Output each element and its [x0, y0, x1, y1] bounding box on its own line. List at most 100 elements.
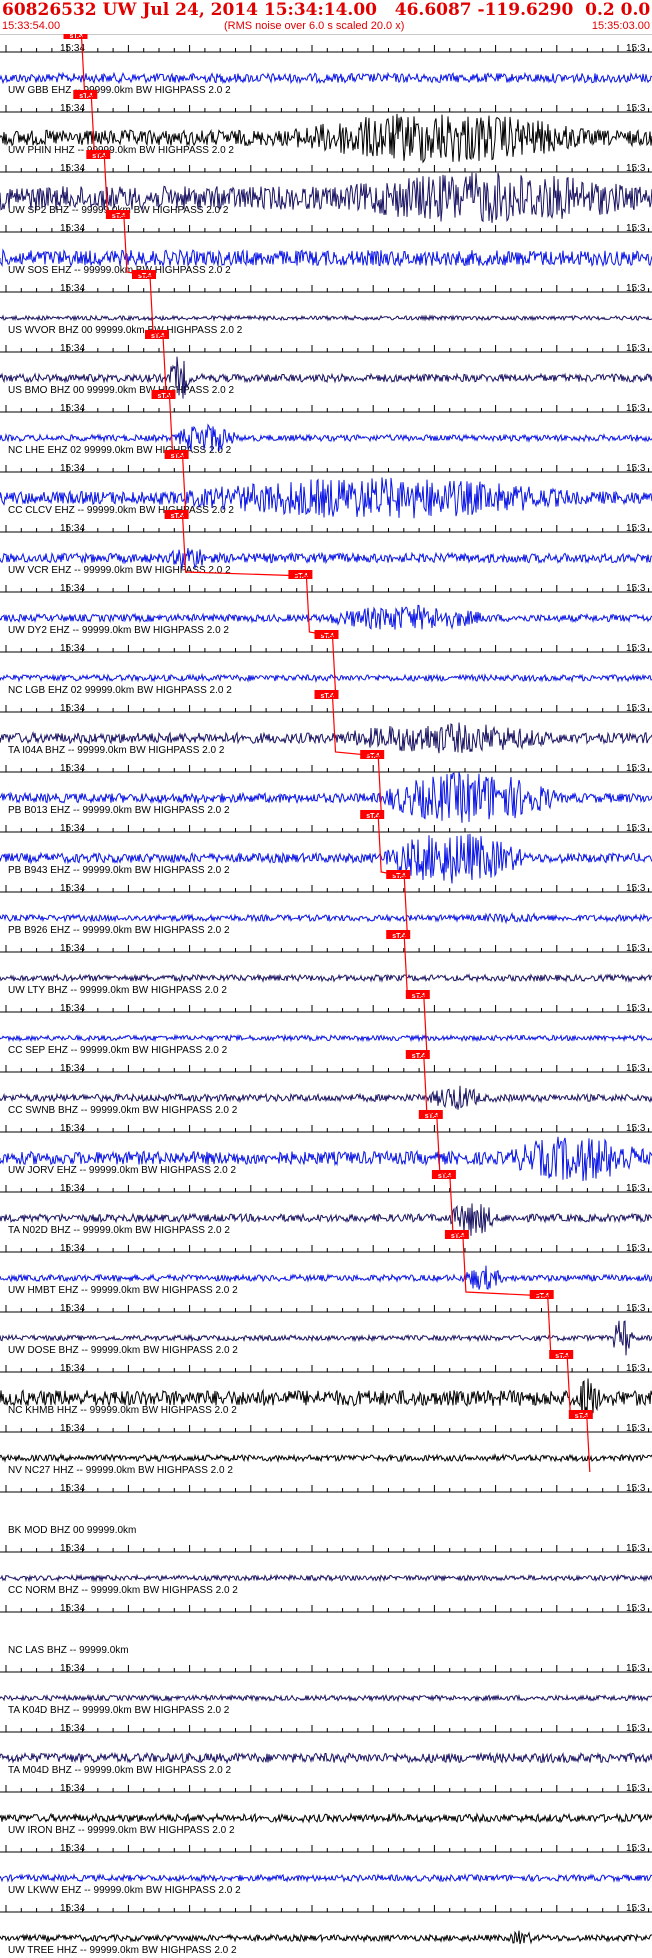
- time-tick-label-right: 15:3: [626, 403, 646, 414]
- time-tick-label-right: 15:3: [626, 583, 646, 594]
- waveform-trace: [0, 314, 652, 322]
- time-tick-label-right: 15:3: [626, 1543, 646, 1554]
- time-tick-label-right: 15:3: [626, 223, 646, 234]
- waveform-trace: [0, 973, 652, 984]
- trace-label: NC LAS BHZ -- 99999.0km: [8, 1645, 129, 1656]
- time-tick-label: 15:34: [60, 403, 85, 414]
- time-tick-label: 15:34: [60, 1483, 85, 1494]
- time-tick-label-right: 15:3: [626, 883, 646, 894]
- pick-label: sT.4: [79, 93, 92, 100]
- time-tick-label: 15:34: [60, 463, 85, 474]
- trace-label: UW LKWW EHZ -- 99999.0km BW HIGHPASS 2.0…: [8, 1885, 241, 1896]
- time-tick-label: 15:34: [60, 1903, 85, 1914]
- trace-label: NV NC27 HHZ -- 99999.0km BW HIGHPASS 2.0…: [8, 1465, 233, 1476]
- time-tick-label: 15:34: [60, 523, 85, 534]
- time-tick-label: 15:34: [60, 1183, 85, 1194]
- time-tick-label: 15:34: [60, 1603, 85, 1614]
- pick-label: sT.4: [70, 34, 83, 40]
- end-time-label: 15:35:03.00: [591, 20, 650, 32]
- time-tick-label: 15:34: [60, 1123, 85, 1134]
- time-tick-label-right: 15:3: [626, 283, 646, 294]
- pick-label: sT.4: [321, 693, 334, 700]
- time-tick-label-right: 15:3: [626, 343, 646, 354]
- time-tick-label: 15:34: [60, 883, 85, 894]
- trace-label: UW GBB EHZ -- 99999.0km BW HIGHPASS 2.0 …: [8, 85, 231, 96]
- plot-header: 60826532 UW Jul 24, 2014 15:34:14.00 46.…: [0, 0, 652, 35]
- waveform-trace: [0, 1573, 652, 1583]
- time-tick-label-right: 15:3: [626, 103, 646, 114]
- time-tick-label-right: 15:3: [626, 1243, 646, 1254]
- pick-label: sT.4: [412, 1053, 425, 1060]
- trace-label: UW DOSE BHZ -- 99999.0km BW HIGHPASS 2.0…: [8, 1345, 238, 1356]
- time-tick-label: 15:34: [60, 1303, 85, 1314]
- trace-label: UW SOS EHZ -- 99999.0km BW HIGHPASS 2.0 …: [8, 265, 231, 276]
- time-tick-label-right: 15:3: [626, 1663, 646, 1674]
- time-tick-label: 15:34: [60, 1003, 85, 1014]
- time-tick-label: 15:34: [60, 343, 85, 354]
- time-tick-label-right: 15:3: [626, 163, 646, 174]
- trace-label: TA N02D BHZ -- 99999.0km BW HIGHPASS 2.0…: [8, 1225, 230, 1236]
- trace-label: UW TREE HHZ -- 99999.0km BW HIGHPASS 2.0…: [8, 1945, 237, 1956]
- time-tick-label-right: 15:3: [626, 643, 646, 654]
- trace-label: UW VCR EHZ -- 99999.0km BW HIGHPASS 2.0 …: [8, 565, 231, 576]
- time-tick-label-right: 15:3: [626, 703, 646, 714]
- trace-label: TA I04A BHZ -- 99999.0km BW HIGHPASS 2.0…: [8, 745, 225, 756]
- waveform-trace: [0, 1873, 652, 1883]
- seismogram-plot: 15:34 15:3 UW GBB EHZ -- 99999.0km BW HIGH…: [0, 34, 652, 1956]
- time-tick-label: 15:34: [60, 163, 85, 174]
- trace-label: CC SEP EHZ -- 99999.0km BW HIGHPASS 2.0 …: [8, 1045, 228, 1056]
- trace-label: UW IRON BHZ -- 99999.0km BW HIGHPASS 2.0…: [8, 1825, 235, 1836]
- trace-label: US WVOR BHZ 00 99999.0km BW HIGHPASS 2.0…: [8, 325, 243, 336]
- trace-label: TA M04D BHZ -- 99999.0km BW HIGHPASS 2.0…: [8, 1765, 231, 1776]
- trace-label: PB B943 EHZ -- 99999.0km BW HIGHPASS 2.0…: [8, 865, 230, 876]
- pick-label: sT.4: [392, 933, 405, 940]
- trace-label: TA K04D BHZ -- 99999.0km BW HIGHPASS 2.0…: [8, 1705, 230, 1716]
- time-tick-label: 15:34: [60, 1843, 85, 1854]
- pick-label: sT.4: [171, 513, 184, 520]
- trace-label: NC LHE EHZ 02 99999.0km BW HIGHPASS 2.0 …: [8, 445, 232, 456]
- time-tick-label-right: 15:3: [626, 1723, 646, 1734]
- event-title: 60826532 UW Jul 24, 2014 15:34:14.00 46.…: [2, 0, 650, 20]
- pick-label: sT.4: [158, 393, 171, 400]
- trace-label: PB B013 EHZ -- 99999.0km BW HIGHPASS 2.0…: [8, 805, 230, 816]
- waveform-trace: [0, 1453, 652, 1463]
- time-tick-label-right: 15:3: [626, 943, 646, 954]
- time-tick-label: 15:34: [60, 763, 85, 774]
- waveform-trace: [0, 71, 652, 85]
- time-tick-label-right: 15:3: [626, 1483, 646, 1494]
- waveform-trace: [0, 1693, 652, 1703]
- trace-label: CC SWNB BHZ -- 99999.0km BW HIGHPASS 2.0…: [8, 1105, 238, 1116]
- time-tick-label: 15:34: [60, 283, 85, 294]
- time-tick-label-right: 15:3: [626, 1903, 646, 1914]
- trace-label: NC KHMB HHZ -- 99999.0km BW HIGHPASS 2.0…: [8, 1405, 237, 1416]
- trace-label: UW HMBT EHZ -- 99999.0km BW HIGHPASS 2.0…: [8, 1285, 238, 1296]
- waveform-trace: [0, 1812, 652, 1824]
- time-tick-label: 15:34: [60, 1423, 85, 1434]
- time-tick-label: 15:34: [60, 823, 85, 834]
- trace-label: PB B926 EHZ -- 99999.0km BW HIGHPASS 2.0…: [8, 925, 230, 936]
- time-tick-label: 15:34: [60, 643, 85, 654]
- time-tick-label-right: 15:3: [626, 523, 646, 534]
- time-tick-label-right: 15:3: [626, 1123, 646, 1134]
- scale-note: (RMS noise over 6.0 s scaled 20.0 x): [224, 20, 405, 32]
- trace-label: UW DY2 EHZ -- 99999.0km BW HIGHPASS 2.0 …: [8, 625, 229, 636]
- time-tick-label-right: 15:3: [626, 1423, 646, 1434]
- trace-label: NC LGB EHZ 02 99999.0km BW HIGHPASS 2.0 …: [8, 685, 232, 696]
- time-tick-label-right: 15:3: [626, 463, 646, 474]
- trace-label: UW JORV EHZ -- 99999.0km BW HIGHPASS 2.0…: [8, 1165, 236, 1176]
- time-tick-label: 15:34: [60, 1783, 85, 1794]
- time-tick-label: 15:34: [60, 103, 85, 114]
- trace-label: UW LTY BHZ -- 99999.0km BW HIGHPASS 2.0 …: [8, 985, 227, 996]
- time-tick-label: 15:34: [60, 1543, 85, 1554]
- time-tick-label-right: 15:3: [626, 1603, 646, 1614]
- time-tick-label: 15:34: [60, 1243, 85, 1254]
- waveform-trace: [0, 1930, 652, 1945]
- time-tick-label-right: 15:3: [626, 1003, 646, 1014]
- time-tick-label: 15:34: [60, 703, 85, 714]
- waveform-trace: [0, 672, 652, 684]
- waveform-trace: [0, 248, 652, 268]
- time-tick-label-right: 15:3: [626, 763, 646, 774]
- time-tick-label: 15:34: [60, 1723, 85, 1734]
- time-tick-label: 15:34: [60, 1363, 85, 1374]
- trace-label: CC CLCV EHZ -- 99999.0km BW HIGHPASS 2.0…: [8, 505, 234, 516]
